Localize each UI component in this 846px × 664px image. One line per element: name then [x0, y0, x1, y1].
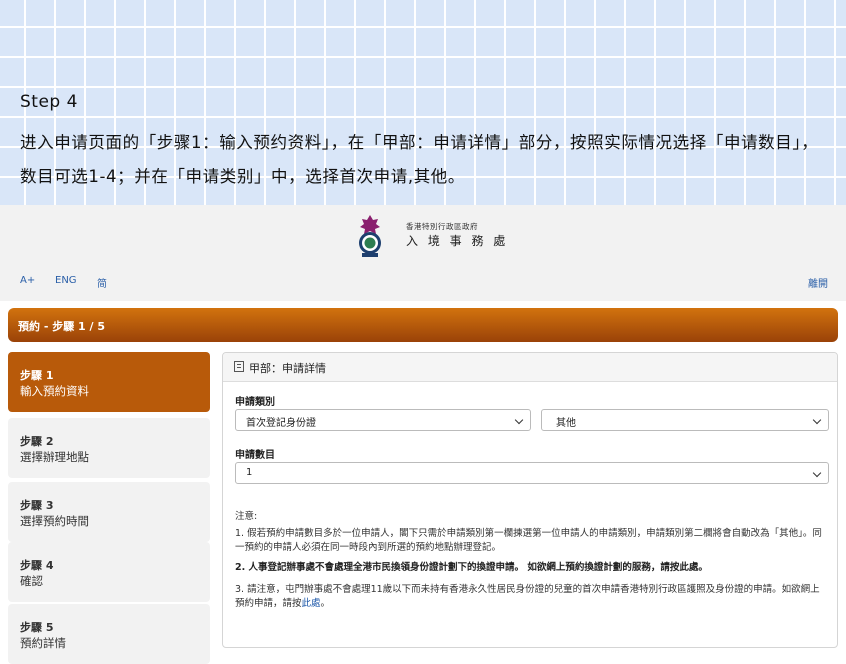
sidebar-item-step-3[interactable]: 步驟 3 選擇預約時間	[8, 482, 210, 542]
progress-bar: 預約 - 步驟 1 / 5	[8, 308, 838, 342]
note-3: 3. 請注意，屯門辦事處不會處理11歲以下而未持有香港永久性居民身份證的兒童的首…	[235, 584, 820, 609]
lang-english-link[interactable]: ENG	[55, 275, 77, 286]
progress-label: 預約 - 步驟 1 / 5	[18, 320, 106, 333]
category-select-2-value: 其他	[556, 418, 576, 429]
gov-name: 香港特別行政區政府	[406, 222, 478, 231]
count-label: 申請數目	[235, 450, 275, 461]
instruction-step-title: Step 4	[20, 92, 78, 112]
note-3-link[interactable]: 此處	[302, 598, 321, 609]
note-2: 2. 人事登記辦事處不會處理全港市民換領身份證計劃下的換證申請。 如欲網上預約換…	[235, 562, 708, 573]
sidebar-item-label: 確認	[20, 574, 43, 588]
panel-header: 甲部：申請詳情	[223, 353, 837, 382]
sidebar-item-label: 選擇辦理地點	[20, 450, 89, 464]
count-select-value: 1	[246, 467, 253, 478]
lang-simplified-link[interactable]: 简	[97, 275, 107, 290]
sidebar-item-step-4[interactable]: 步驟 4 確認	[8, 542, 210, 602]
sidebar-item-step: 步驟 3	[20, 499, 54, 512]
application-details-panel: 甲部：申請詳情 申請類別 首次登記身份證 其他 申請數目 1 注意: 1. 假若…	[222, 352, 838, 648]
instruction-banner: Step 4 进入申请页面的「步骤1：输入预约资料」，在「甲部：申请详情」部分，…	[0, 0, 846, 205]
instruction-text: 进入申请页面的「步骤1：输入预约资料」，在「甲部：申请详情」部分，按照实际情况选…	[20, 133, 819, 186]
sidebar-item-step: 步驟 5	[20, 621, 54, 634]
step-sidebar: 步驟 1 輸入預約資料 步驟 2 選擇辦理地點 步驟 3 選擇預約時間 步驟 4…	[8, 352, 210, 664]
sidebar-item-step: 步驟 1	[20, 369, 54, 382]
category-select-1-value: 首次登記身份證	[246, 418, 316, 429]
document-icon	[234, 361, 244, 372]
sidebar-item-step-1[interactable]: 步驟 1 輸入預約資料	[8, 352, 210, 412]
sidebar-item-step-5[interactable]: 步驟 5 預約詳情	[8, 604, 210, 664]
category-select-2[interactable]: 其他	[541, 409, 829, 431]
notes-title: 注意:	[235, 511, 258, 522]
note-2-link[interactable]: 此處	[679, 562, 698, 573]
toolbar: A+ ENG 简 離開	[0, 267, 846, 301]
note-1: 1. 假若預約申請數目多於一位申請人，閣下只需於申請類別第一欄揀選第一位申請人的…	[235, 528, 822, 553]
sidebar-item-step: 步驟 2	[20, 435, 54, 448]
sidebar-item-label: 選擇預約時間	[20, 514, 89, 528]
dept-name: 入 境 事 務 處	[406, 234, 509, 248]
sidebar-item-label: 輸入預約資料	[20, 384, 89, 398]
category-select-1[interactable]: 首次登記身份證	[235, 409, 531, 431]
sidebar-item-label: 預約詳情	[20, 636, 66, 650]
note-3-text: 3. 請注意，屯門辦事處不會處理11歲以下而未持有香港永久性居民身份證的兒童的首…	[235, 584, 820, 609]
logout-link[interactable]: 離開	[808, 275, 828, 290]
note-2-text: 2. 人事登記辦事處不會處理全港市民換領身份證計劃下的換證申請。 如欲網上預約換…	[235, 562, 680, 573]
chevron-down-icon	[812, 468, 822, 478]
category-label: 申請類別	[235, 397, 275, 408]
font-size-button[interactable]: A+	[20, 275, 35, 286]
panel-title: 甲部：申請詳情	[249, 362, 326, 375]
chevron-down-icon	[812, 415, 822, 425]
immigration-logo-icon	[359, 215, 381, 257]
sidebar-item-step: 步驟 4	[20, 559, 54, 572]
sidebar-item-step-2[interactable]: 步驟 2 選擇辦理地點	[8, 418, 210, 478]
site-header: 香港特別行政區政府 入 境 事 務 處	[0, 205, 846, 267]
chevron-down-icon	[514, 415, 524, 425]
count-select[interactable]: 1	[235, 462, 829, 484]
